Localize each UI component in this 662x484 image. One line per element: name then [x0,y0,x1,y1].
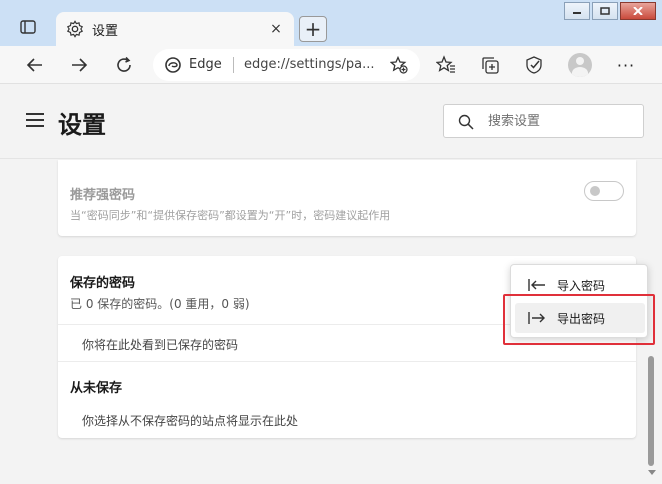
strong-password-title: 推荐强密码 [70,188,136,203]
scrollbar-thumb[interactable] [648,356,654,466]
page-title: 设置 [58,111,106,139]
tab-close-icon[interactable]: × [268,21,284,37]
saved-passwords-title: 保存的密码 [70,276,136,291]
browser-toolbar: Edge edge://settings/pa... ··· [0,46,662,84]
strong-password-desc: 当“密码同步”和“提供保存密码”都设置为“开”时，密码建议起作用 [70,209,391,222]
hamburger-menu-icon[interactable] [26,113,44,127]
address-bar[interactable]: Edge edge://settings/pa... [153,49,420,81]
address-separator [233,57,234,73]
window-controls [564,2,656,20]
refresh-icon[interactable] [113,54,135,76]
tab-actions-icon[interactable] [18,17,38,37]
import-icon [528,279,545,291]
tab-bar: 设置 × + [0,0,662,46]
address-url[interactable]: edge://settings/pa... [244,57,374,72]
new-tab-button[interactable]: + [299,16,327,42]
export-highlight-box [503,294,655,345]
collections-icon[interactable] [479,54,501,76]
search-input[interactable] [488,111,628,131]
tab-title: 设置 [92,24,119,39]
gear-icon [66,20,84,38]
more-menu-icon[interactable]: ··· [614,54,638,76]
maximize-button[interactable] [592,2,618,20]
forward-icon[interactable] [68,54,90,76]
search-icon [458,114,474,130]
back-icon[interactable] [24,54,46,76]
browser-essentials-icon[interactable] [523,54,545,76]
profile-avatar[interactable] [568,53,592,77]
saved-passwords-empty-text: 你将在此处看到已保存的密码 [82,338,239,352]
scroll-down-arrow-icon[interactable] [648,470,656,475]
search-box[interactable] [443,104,644,138]
minimize-button[interactable] [564,2,590,20]
import-passwords-label: 导入密码 [557,278,606,293]
saved-passwords-summary: 已 0 保存的密码。(0 重用，0 弱) [70,297,250,311]
window-close-button[interactable] [620,2,656,20]
add-favorite-icon[interactable] [390,56,408,74]
edge-logo-icon [165,57,181,73]
settings-header: 设置 [0,85,662,159]
strong-password-toggle[interactable] [584,181,624,201]
settings-tab[interactable]: 设置 × [56,12,294,46]
never-saved-text: 你选择从不保存密码的站点将显示在此处 [82,414,299,428]
never-saved-title: 从未保存 [70,381,123,396]
favorites-icon[interactable] [435,54,457,76]
address-brand: Edge [189,57,222,72]
strong-password-card: 推荐强密码 当“密码同步”和“提供保存密码”都设置为“开”时，密码建议起作用 [58,160,636,236]
